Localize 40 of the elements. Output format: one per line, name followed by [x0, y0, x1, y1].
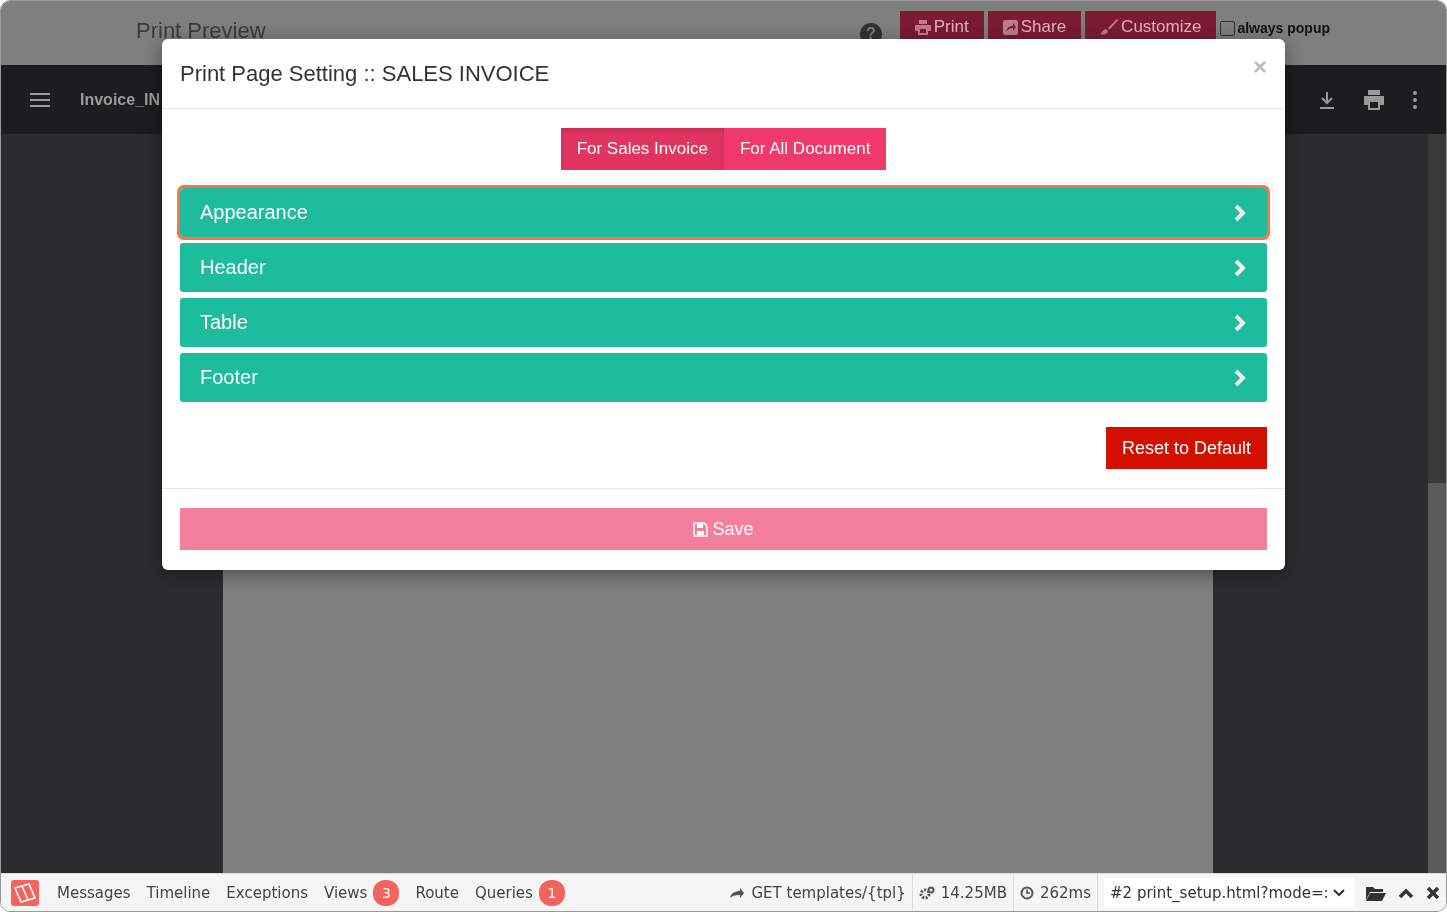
count-badge: 3 [373, 879, 400, 906]
menu-icon[interactable] [30, 91, 50, 108]
close-icon[interactable] [1426, 885, 1440, 900]
chevron-up-icon[interactable] [1398, 886, 1414, 899]
debug-tab[interactable]: Route [415, 883, 459, 902]
logo-icon [11, 879, 39, 906]
tab[interactable]: For Sales Invoice [560, 128, 724, 170]
debug-tab[interactable]: Views 3 [324, 879, 400, 906]
modal-title: Print Page Setting :: SALES INVOICE [180, 60, 550, 87]
debug-tab[interactable]: Timeline [146, 883, 211, 902]
checkbox-label: always popup [1237, 20, 1330, 36]
scrollbar[interactable] [1428, 134, 1446, 873]
chevron-down-icon [1332, 888, 1345, 897]
page-title: Print Preview [136, 18, 266, 44]
tab[interactable]: For All Document [723, 128, 887, 170]
save-icon [693, 521, 709, 537]
share-arrow-icon [729, 886, 746, 899]
count-badge: 1 [538, 879, 565, 906]
chevron-right-icon [1233, 203, 1247, 222]
chevron-right-icon [1233, 313, 1247, 332]
chevron-right-icon [1233, 258, 1247, 277]
memory-info: 14.25MB [912, 874, 1014, 911]
more-icon[interactable] [1413, 90, 1417, 109]
debug-tab[interactable]: Queries 1 [474, 879, 565, 906]
request-select[interactable]: #2 print_setup.html?mode=: [1104, 877, 1354, 908]
print-icon [914, 19, 931, 35]
debug-tab[interactable]: Exceptions [226, 883, 308, 902]
chevron-right-icon [1233, 368, 1247, 387]
download-icon[interactable] [1319, 90, 1335, 109]
brush-icon [1100, 19, 1119, 35]
clock-icon [1019, 885, 1034, 900]
time-info: 262ms [1013, 874, 1098, 911]
reset-button[interactable]: Reset to Default [1105, 427, 1267, 469]
share-icon [1002, 19, 1018, 35]
debug-tab[interactable]: Messages [57, 883, 131, 902]
folder-icon[interactable] [1366, 884, 1386, 901]
checkbox[interactable] [1220, 20, 1236, 36]
file-name: Invoice_IN [80, 90, 161, 109]
route-info: GET templates/{tpl} [723, 874, 913, 911]
print-icon[interactable] [1363, 89, 1385, 110]
